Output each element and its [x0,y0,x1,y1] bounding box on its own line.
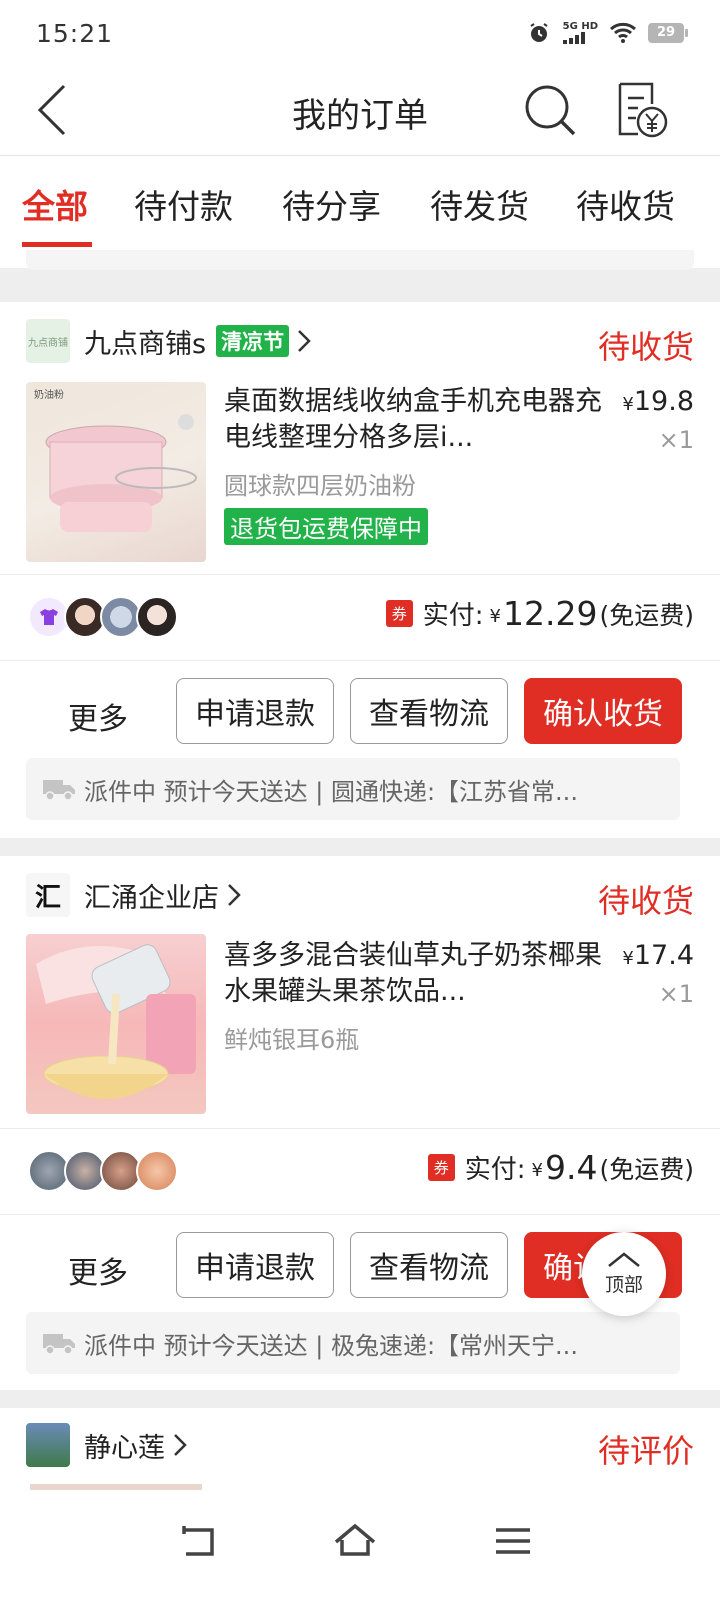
chevron-up-icon [608,1251,640,1267]
payment-summary: 券 实付: ¥ 12.29 (免运费) [385,594,694,633]
signal-icon: 5G HD [562,21,598,44]
home-nav-icon[interactable] [330,1516,380,1566]
refund-button[interactable]: 申请退款 [176,678,334,744]
goods-price: ¥17.4 [622,940,694,971]
coupon-badge: 券 [427,1154,455,1181]
goods-image[interactable] [26,934,206,1114]
header: 我的订单 [0,66,720,156]
avatar [136,1150,178,1192]
alarm-icon [530,23,548,42]
storage-box-illustration [45,414,197,532]
coupon-badge: 券 [385,600,413,627]
back-nav-icon[interactable] [172,1516,222,1566]
divider [0,1128,720,1129]
wifi-icon [610,22,636,43]
shop-name: 汇涌企业店 [84,882,219,914]
goods-spec: 圆球款四层奶油粉 [224,472,416,500]
order-card[interactable]: 静心莲 待评价 [0,1408,720,1490]
tab-pending-receipt[interactable]: 待收货 [576,180,675,228]
truck-icon [43,780,75,801]
order-tabs: 全部 待付款 待分享 待发货 待收货 [0,156,720,250]
logistics-text: 派件中 预计今天送达 | 极兔速递:【常州天宁... [84,1331,578,1360]
logistics-text: 派件中 预计今天送达 | 圆通快递:【江苏省常... [84,777,578,806]
tshirt-icon [40,609,58,625]
goods-title[interactable]: 桌面数据线收纳盒手机充电器充电线整理分格多层i... [224,384,604,458]
avatar [136,596,178,638]
logistics-info[interactable]: 派件中 预计今天送达 | 极兔速递:【常州天宁... [26,1312,680,1374]
order-status: 待收货 [597,328,694,366]
paid-amount: 9.4 [545,1148,598,1187]
chevron-right-icon [298,330,311,352]
shop-row[interactable]: 汇 汇涌企业店 [26,872,243,918]
previous-order-card [0,250,720,270]
back-to-top-label: 顶部 [604,1273,643,1296]
status-icons: 5G HD 29 [527,21,688,45]
shop-row[interactable]: 九点商铺 九点商铺s 清凉节 [26,318,313,364]
shop-badge: 清凉节 [216,325,290,357]
goods-price: ¥19.8 [622,386,694,417]
bill-button[interactable] [612,80,672,140]
paid-label: 实付: [422,601,484,631]
view-logistics-button[interactable]: 查看物流 [350,1232,508,1298]
shop-logo [26,1423,70,1467]
order-card[interactable]: 九点商铺 九点商铺s 清凉节 待收货 奶油粉 桌面数据线收纳盒手机充电器充电线整… [0,302,720,838]
chevron-right-icon [228,884,241,906]
goods-spec: 鲜炖银耳6瓶 [224,1026,360,1054]
menu-nav-icon[interactable] [488,1516,538,1566]
bill-icon [618,82,668,138]
refund-button[interactable]: 申请退款 [176,1232,334,1298]
drink-illustration [36,944,196,1099]
status-bar: 15:21 5G HD 29 [0,0,720,66]
active-tab-indicator [22,242,92,247]
divider [0,574,720,575]
goods-quantity: ×1 [658,426,694,454]
truck-icon [43,1334,75,1355]
more-button[interactable]: 更多 [68,694,128,738]
chevron-right-icon [174,1434,187,1456]
order-status: 待收货 [597,882,694,920]
shop-row[interactable]: 静心莲 [26,1422,189,1468]
goods-image[interactable]: 奶油粉 [26,382,206,562]
divider [0,660,720,661]
system-navigation-bar [0,1490,720,1600]
more-button[interactable]: 更多 [68,1248,128,1292]
goods-quantity: ×1 [658,980,694,1008]
status-time: 15:21 [36,18,114,48]
search-button[interactable] [522,82,580,140]
tab-all[interactable]: 全部 [22,180,88,228]
back-to-top-button[interactable]: 顶部 [582,1232,666,1316]
goods-title[interactable]: 喜多多混合装仙草丸子奶茶椰果水果罐头果茶饮品... [224,938,604,1012]
paid-note: (免运费) [599,600,694,630]
payment-summary: 券 实付: ¥ 9.4 (免运费) [427,1148,694,1187]
paid-amount: 12.29 [503,594,598,633]
logistics-info[interactable]: 派件中 预计今天送达 | 圆通快递:【江苏省常... [26,758,680,820]
shop-logo: 九点商铺 [26,319,70,363]
shop-logo: 汇 [26,873,70,917]
view-logistics-button[interactable]: 查看物流 [350,678,508,744]
paid-note: (免运费) [599,1154,694,1184]
tab-pending-shipment[interactable]: 待发货 [430,180,529,228]
tab-pending-payment[interactable]: 待付款 [134,180,233,228]
paid-label: 实付: [464,1155,526,1185]
divider [0,1214,720,1215]
image-label: 奶油粉 [34,390,64,401]
confirm-receipt-button[interactable]: 确认收货 [524,678,682,744]
shop-name: 静心莲 [84,1432,165,1464]
previous-logistics-strip [26,250,694,270]
shop-name: 九点商铺s [84,328,207,360]
group-avatars [28,1150,178,1192]
return-shipping-tag: 退货包运费保障中 [224,508,428,545]
group-avatars [28,596,178,638]
battery-icon: 29 [648,23,688,43]
search-icon [525,85,576,136]
network-label: 5G HD [562,21,598,32]
tab-pending-share[interactable]: 待分享 [282,180,381,228]
order-status: 待评价 [597,1432,694,1470]
